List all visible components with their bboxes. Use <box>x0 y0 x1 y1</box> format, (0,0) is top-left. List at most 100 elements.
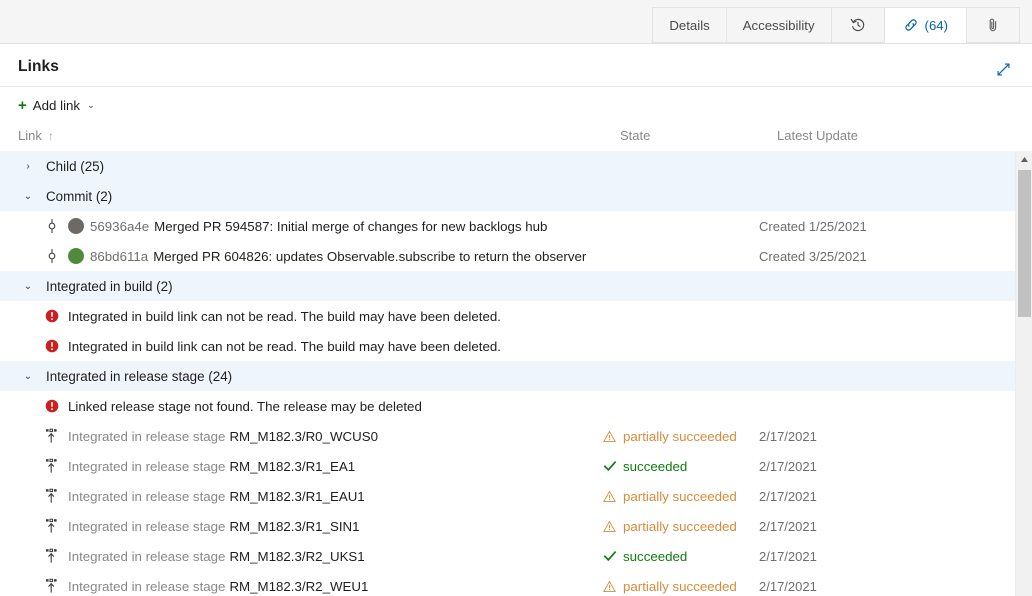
table-row[interactable]: 86bd611a Merged PR 604826: updates Observ… <box>0 241 1015 271</box>
chevron-down-icon[interactable]: ⌄ <box>22 371 34 382</box>
tab-accessibility[interactable]: Accessibility <box>726 7 831 43</box>
error-message: Integrated in build link can not be read… <box>68 339 501 354</box>
commit-hash[interactable]: 86bd611a <box>90 249 148 264</box>
links-panel-header: Links <box>0 44 1032 87</box>
avatar <box>68 248 84 264</box>
cell-link: Integrated in release stageRM_M182.3/R1_… <box>0 458 602 474</box>
release-stage-name[interactable]: RM_M182.3/R0_WCUS0 <box>229 429 378 444</box>
release-stage-prefix: Integrated in release stage <box>68 549 225 564</box>
cell-link: Integrated in release stage RM_M182.3/R1_… <box>0 518 602 534</box>
cell-latest-update: 2/17/2021 <box>759 579 1015 594</box>
release-stage-prefix: Integrated in release stage <box>68 489 225 504</box>
error-message: Linked release stage not found. The rele… <box>68 399 422 414</box>
avatar <box>68 218 84 234</box>
error-message: Integrated in build link can not be read… <box>68 309 501 324</box>
release-stage-name[interactable]: RM_M182.3/R1_SIN1 <box>229 519 359 534</box>
table-row[interactable]: Integrated in release stage RM_M182.3/R2_… <box>0 571 1015 596</box>
links-toolbar: + Add link ⌄ <box>0 87 1032 124</box>
cell-link: Integrated in release stage RM_M182.3/R2_… <box>0 548 602 564</box>
tab-link[interactable]: (64) <box>884 7 966 43</box>
release-stage-name[interactable]: RM_M182.3/R2_UKS1 <box>229 549 364 564</box>
tab-details[interactable]: Details <box>652 7 725 43</box>
commit-subject[interactable]: Merged PR 594587: Initial merge of chang… <box>154 219 547 234</box>
cell-latest-update: 2/17/2021 <box>759 519 1015 534</box>
release-stage-prefix: Integrated in release stage <box>68 579 225 594</box>
scroll-up-arrow-icon[interactable] <box>1016 151 1032 168</box>
column-header-state[interactable]: State <box>620 128 777 143</box>
group-label: Child (25) <box>46 159 104 174</box>
table-row[interactable]: Integrated in release stage RM_M182.3/R1_… <box>0 481 1015 511</box>
table-row[interactable]: Integrated in build link can not be read… <box>0 301 1015 331</box>
status-badge: partially succeeded <box>623 579 737 594</box>
cell-link: Linked release stage not found. The rele… <box>0 399 602 414</box>
plus-icon: + <box>18 98 27 113</box>
release-stage-icon <box>42 548 62 564</box>
cell-link: 86bd611a Merged PR 604826: updates Observ… <box>0 248 602 264</box>
release-stage-name[interactable]: RM_M182.3/R2_WEU1 <box>229 579 368 594</box>
cell-latest-update: 2/17/2021 <box>759 429 1015 444</box>
chevron-down-icon[interactable]: ⌄ <box>22 281 34 292</box>
tab-label: (64) <box>925 18 948 33</box>
add-link-label: Add link <box>33 98 80 113</box>
group-header-row[interactable]: ⌄ Commit (2) <box>0 181 1015 211</box>
expand-diagonal-icon[interactable] <box>990 56 1016 82</box>
table-row[interactable]: Integrated in build link can not be read… <box>0 331 1015 361</box>
add-link-button[interactable]: + Add link ⌄ <box>18 96 99 115</box>
status-badge: partially succeeded <box>623 429 737 444</box>
warning-icon <box>602 580 617 593</box>
commit-subject[interactable]: Merged PR 604826: updates Observable.sub… <box>153 249 586 264</box>
warning-icon <box>602 430 617 443</box>
history-icon <box>850 17 866 33</box>
cell-link: Integrated in release stage RM_M182.3/R2_… <box>0 578 602 594</box>
chevron-down-icon[interactable]: ⌄ <box>22 191 34 202</box>
scrollbar-thumb[interactable] <box>1018 170 1031 317</box>
table-row[interactable]: Integrated in release stageRM_M182.3/R1_… <box>0 451 1015 481</box>
error-icon <box>42 399 62 413</box>
tab-paperclip[interactable] <box>966 7 1020 43</box>
grid-column-headers: Link ↑ State Latest Update <box>0 124 1032 151</box>
group-header-row[interactable]: ⌄Integrated in release stage (24) <box>0 361 1015 391</box>
table-row[interactable]: Linked release stage not found. The rele… <box>0 391 1015 421</box>
cell-link: Integrated in release stage RM_M182.3/R1_… <box>0 488 602 504</box>
group-header-row[interactable]: › Child (25) <box>0 151 1015 181</box>
cell-link: Integrated in build link can not be read… <box>0 339 602 354</box>
cell-latest-update: 2/17/2021 <box>759 459 1015 474</box>
status-badge: partially succeeded <box>623 489 737 504</box>
cell-state: partially succeeded <box>602 429 759 444</box>
release-stage-icon <box>42 578 62 594</box>
release-stage-name[interactable]: RM_M182.3/R1_EAU1 <box>229 489 364 504</box>
warning-icon <box>602 490 617 503</box>
cell-link: Integrated in build link can not be read… <box>0 309 602 324</box>
error-icon <box>42 339 62 353</box>
cell-link: ⌄ Commit (2) <box>0 189 602 204</box>
column-header-latest-update[interactable]: Latest Update <box>777 128 1032 143</box>
release-stage-prefix: Integrated in release stage <box>68 429 225 444</box>
link-icon <box>903 17 919 33</box>
group-label: Commit (2) <box>46 189 112 204</box>
group-header-row[interactable]: ⌄Integrated in build (2) <box>0 271 1015 301</box>
cell-latest-update: Created 1/25/2021 <box>759 219 1015 234</box>
status-badge: succeeded <box>623 459 687 474</box>
table-row[interactable]: Integrated in release stage RM_M182.3/R2_… <box>0 541 1015 571</box>
vertical-scrollbar[interactable] <box>1015 151 1032 596</box>
chevron-right-icon[interactable]: › <box>22 161 34 172</box>
release-stage-name[interactable]: RM_M182.3/R1_EA1 <box>229 459 355 474</box>
paperclip-icon <box>985 17 1001 33</box>
status-badge: partially succeeded <box>623 519 737 534</box>
column-header-link[interactable]: Link ↑ <box>18 128 620 143</box>
success-check-icon <box>602 459 617 473</box>
cell-link: ⌄Integrated in release stage (24) <box>0 369 602 384</box>
cell-state: partially succeeded <box>602 519 759 534</box>
release-stage-prefix: Integrated in release stage <box>68 519 225 534</box>
sort-ascending-icon: ↑ <box>48 129 54 143</box>
release-stage-icon <box>42 518 62 534</box>
table-row[interactable]: Integrated in release stage RM_M182.3/R1_… <box>0 511 1015 541</box>
cell-state: partially succeeded <box>602 489 759 504</box>
table-row[interactable]: 56936a4e Merged PR 594587: Initial merge … <box>0 211 1015 241</box>
commit-hash[interactable]: 56936a4e <box>90 219 149 234</box>
tab-history[interactable] <box>831 7 884 43</box>
chevron-down-icon: ⌄ <box>87 100 95 111</box>
cell-link: Integrated in release stage RM_M182.3/R0_… <box>0 428 602 444</box>
error-icon <box>42 309 62 323</box>
table-row[interactable]: Integrated in release stage RM_M182.3/R0_… <box>0 421 1015 451</box>
